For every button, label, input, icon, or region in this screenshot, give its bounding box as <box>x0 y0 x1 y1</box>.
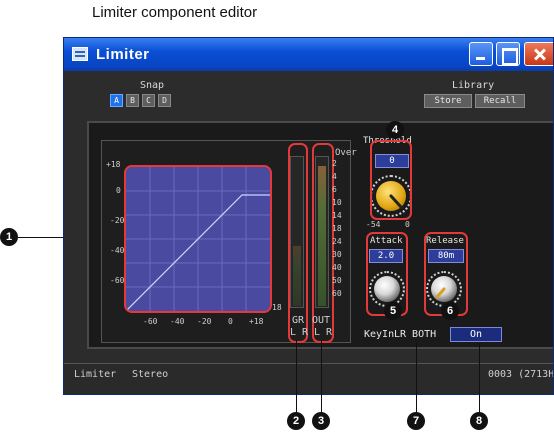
x-tick: 0 <box>228 317 233 326</box>
status-mode: Stereo <box>132 369 169 380</box>
window-title: Limiter <box>96 46 150 63</box>
minimize-button[interactable] <box>469 42 493 66</box>
library-label: Library <box>452 80 495 91</box>
callout-1: 1 <box>0 228 18 246</box>
limiter-window: Limiter Snap A B C D Library Store Recal… <box>63 37 554 395</box>
y-tick: 0 <box>116 186 121 195</box>
keyin-label: KeyIn <box>364 329 395 340</box>
over-label: Over <box>335 148 357 158</box>
out-meter-channels: L R <box>314 327 333 338</box>
recall-button[interactable]: Recall <box>475 94 525 108</box>
scale-tick: 2 <box>332 159 337 168</box>
callout-6: 6 <box>441 302 459 320</box>
callout-3: 3 <box>312 412 330 430</box>
callout-2: 2 <box>287 412 305 430</box>
x-tick: +18 <box>249 317 264 326</box>
threshold-highlight <box>370 140 412 220</box>
scale-tick: 4 <box>332 172 337 181</box>
store-button[interactable]: Store <box>424 94 472 108</box>
snap-d-button[interactable]: D <box>158 94 171 107</box>
out-meter-highlight <box>312 143 334 343</box>
scale-tick: 6 <box>332 185 337 194</box>
status-id: 0003 (2713H) <box>488 369 554 380</box>
y-tick: -40 <box>110 246 125 255</box>
status-bar: Limiter Stereo 0003 (2713H) <box>64 363 554 394</box>
keyin-on-button[interactable]: On <box>450 327 502 342</box>
status-component: Limiter <box>74 369 117 380</box>
snap-c-button[interactable]: C <box>142 94 155 107</box>
meter-bottom-tick: 18 <box>272 303 282 312</box>
title-bar[interactable]: Limiter <box>64 38 553 71</box>
callout-5: 5 <box>384 302 402 320</box>
gr-meter-channels: L R <box>290 327 309 338</box>
scale-tick: 50 <box>332 276 342 285</box>
figure-caption: Limiter component editor <box>92 4 258 21</box>
scale-tick: 10 <box>332 198 342 207</box>
callout-3-leader <box>321 340 322 413</box>
callout-8: 8 <box>470 412 488 430</box>
out-meter-label: OUT <box>312 315 331 326</box>
app-icon <box>72 47 88 61</box>
gr-meter-label: GR <box>292 315 305 326</box>
y-tick: -20 <box>110 216 125 225</box>
keyin-source[interactable]: LR BOTH <box>394 329 436 340</box>
snap-a-button[interactable]: A <box>110 94 123 107</box>
threshold-min: -54 <box>366 220 381 229</box>
maximize-button[interactable] <box>496 42 520 66</box>
transfer-curve-graph[interactable] <box>124 165 272 313</box>
gr-meter-highlight <box>288 143 308 343</box>
snap-label: Snap <box>140 80 165 91</box>
callout-8-leader <box>479 343 480 413</box>
scale-tick: 24 <box>332 237 342 246</box>
scale-tick: 40 <box>332 263 342 272</box>
callout-4: 4 <box>386 121 404 139</box>
x-tick: -60 <box>143 317 158 326</box>
close-button[interactable] <box>524 42 553 66</box>
scale-tick: 60 <box>332 289 342 298</box>
x-tick: -40 <box>170 317 185 326</box>
x-tick: -20 <box>197 317 212 326</box>
callout-2-leader <box>296 340 297 413</box>
callout-7: 7 <box>407 412 425 430</box>
callout-7-leader <box>416 342 417 413</box>
scale-tick: 30 <box>332 250 342 259</box>
y-tick: +18 <box>106 160 121 169</box>
y-tick: -60 <box>110 276 125 285</box>
scale-tick: 18 <box>332 224 342 233</box>
threshold-max: 0 <box>405 220 410 229</box>
scale-tick: 14 <box>332 211 342 220</box>
transfer-curve-svg <box>126 167 270 311</box>
snap-b-button[interactable]: B <box>126 94 139 107</box>
